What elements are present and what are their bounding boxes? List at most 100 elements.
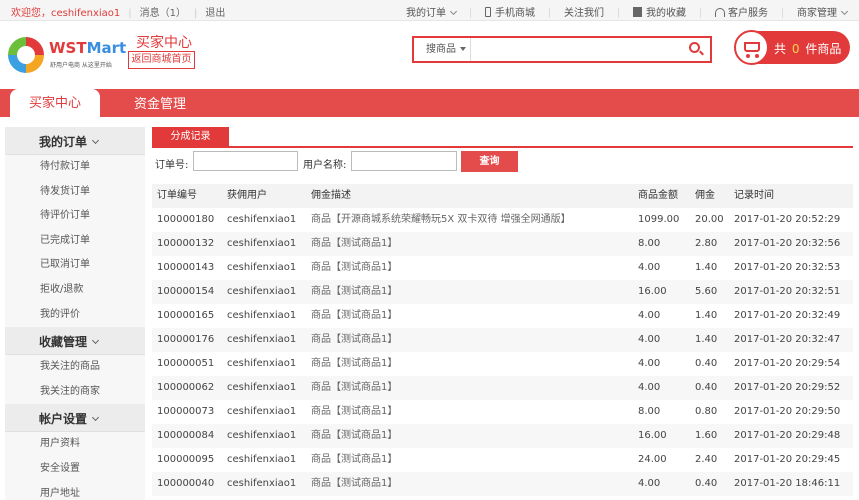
col-goods-amount: 商品金额 <box>638 190 678 201</box>
sidebar-item-refund[interactable]: 拒收/退款 <box>5 278 145 303</box>
cell-description: 商品【测试商品1】 <box>311 454 398 465</box>
cell-commission: 0.40 <box>695 358 718 369</box>
cell-commission: 0.40 <box>695 478 718 489</box>
table-row: 100000132 ceshifenxiao1 商品【测试商品1】 8.00 2.80 2… <box>152 232 853 256</box>
chevron-down-icon <box>449 7 458 16</box>
cell-description: 商品【测试商品1】 <box>311 238 398 249</box>
sidebar-item-pending-review[interactable]: 待评价订单 <box>5 204 145 229</box>
cell-record-time: 2017-01-20 18:46:11 <box>734 478 841 489</box>
cell-order-no: 100000132 <box>157 238 215 249</box>
cell-commission: 5.60 <box>695 286 718 297</box>
back-home-button[interactable]: 返回商城首页 <box>128 51 195 69</box>
cell-goods-amount: 4.00 <box>638 262 661 273</box>
cell-record-time: 2017-01-20 20:29:45 <box>734 454 841 465</box>
sidebar-group-account[interactable]: 帐户设置 <box>5 404 145 433</box>
table-row: 100000165 ceshifenxiao1 商品【测试商品1】 4.00 1.40 2… <box>152 304 853 328</box>
cell-record-time: 2017-01-20 20:29:52 <box>734 382 841 393</box>
favorites-icon <box>633 7 642 17</box>
cell-order-no: 100000062 <box>157 382 215 393</box>
cart-summary: 共 0 件商品 <box>774 42 842 56</box>
my-orders-menu[interactable]: 我的订单 <box>406 4 458 19</box>
logo-slogan: 舒用户电商 从这里开始 <box>50 62 112 69</box>
username-input[interactable] <box>351 151 457 171</box>
top-bar-left: 欢迎您，ceshifenxiao1 | 消息（1） | 退出 <box>11 8 226 19</box>
col-user: 获佣用户 <box>227 190 267 201</box>
customer-service-label: 客户服务 <box>728 8 768 19</box>
cell-order-no: 100000095 <box>157 454 215 465</box>
logo-text: WSTMart <box>49 39 127 57</box>
search-input[interactable] <box>472 38 682 61</box>
cell-user: ceshifenxiao1 <box>227 406 297 417</box>
customer-service-link[interactable]: 客户服务 <box>715 4 768 19</box>
sidebar-item-cancelled[interactable]: 已取消订单 <box>5 253 145 278</box>
table-row: 100000180 ceshifenxiao1 商品【开源商城系统荣耀畅玩5X 双卡… <box>152 208 853 232</box>
username-label: 用户名称: <box>303 160 347 171</box>
filter-bar: 订单号: 用户名称: 查询 <box>152 151 853 175</box>
order-no-label: 订单号: <box>155 160 189 171</box>
table-row: 100000073 ceshifenxiao1 商品【测试商品1】 8.00 0.80 2… <box>152 400 853 424</box>
chevron-down-icon <box>91 136 100 145</box>
cell-order-no: 100000084 <box>157 430 215 441</box>
sidebar-item-address[interactable]: 用户地址 <box>5 482 145 500</box>
cell-commission: 1.40 <box>695 262 718 273</box>
commission-table: 订单编号 获佣用户 佣金描述 商品金额 佣金 记录时间 100000180 ces… <box>152 184 853 496</box>
cell-record-time: 2017-01-20 20:32:47 <box>734 334 841 345</box>
cell-description: 商品【开源商城系统荣耀畅玩5X 双卡双待 增强全网通版】 <box>311 214 571 225</box>
col-description: 佣金描述 <box>311 190 351 201</box>
my-favorites-link[interactable]: 我的收藏 <box>633 4 686 19</box>
cell-commission: 2.80 <box>695 238 718 249</box>
chevron-down-icon <box>91 414 100 422</box>
tab-commission-records[interactable]: 分成记录 <box>152 127 229 148</box>
cart-button[interactable]: 共 0 件商品 <box>734 30 850 65</box>
top-bar-right: 我的订单 手机商城 关注我们 我的收藏 客户服务 商家管理 <box>392 4 849 19</box>
cell-description: 商品【测试商品1】 <box>311 262 398 273</box>
cell-record-time: 2017-01-20 20:29:54 <box>734 358 841 369</box>
sidebar-item-pending-payment[interactable]: 待付款订单 <box>5 155 145 180</box>
messages-link[interactable]: 消息（1） <box>140 8 186 19</box>
content-tabs: 分成记录 <box>152 127 853 148</box>
my-favorites-label: 我的收藏 <box>646 8 686 19</box>
sidebar-item-followed-goods[interactable]: 我关注的商品 <box>5 355 145 380</box>
table-body: 100000180 ceshifenxiao1 商品【开源商城系统荣耀畅玩5X 双卡… <box>152 208 853 496</box>
sidebar-item-my-reviews[interactable]: 我的评价 <box>5 303 145 328</box>
cell-order-no: 100000073 <box>157 406 215 417</box>
tab-buyer-center[interactable]: 买家中心 <box>10 89 100 117</box>
merchant-admin-label: 商家管理 <box>797 8 837 19</box>
cell-goods-amount: 4.00 <box>638 478 661 489</box>
sidebar-item-profile[interactable]: 用户资料 <box>5 432 145 457</box>
sidebar-group-favorites[interactable]: 收藏管理 <box>5 327 145 356</box>
tab-fund-management[interactable]: 资金管理 <box>120 89 200 117</box>
logout-link[interactable]: 退出 <box>205 8 225 19</box>
sidebar-group-orders[interactable]: 我的订单 <box>5 127 145 155</box>
cell-description: 商品【测试商品1】 <box>311 406 398 417</box>
cell-record-time: 2017-01-20 20:32:51 <box>734 286 841 297</box>
phone-icon <box>485 7 491 17</box>
cell-user: ceshifenxiao1 <box>227 454 297 465</box>
cell-user: ceshifenxiao1 <box>227 478 297 489</box>
sidebar-item-followed-shops[interactable]: 我关注的商家 <box>5 380 145 405</box>
cell-commission: 2.40 <box>695 454 718 465</box>
sidebar-item-pending-shipment[interactable]: 待发货订单 <box>5 180 145 205</box>
cell-goods-amount: 16.00 <box>638 286 667 297</box>
cell-record-time: 2017-01-20 20:29:50 <box>734 406 841 417</box>
search-type-select[interactable]: 搜商品 <box>414 38 471 61</box>
sidebar-item-completed[interactable]: 已完成订单 <box>5 229 145 254</box>
mobile-mall-link[interactable]: 手机商城 <box>485 4 535 19</box>
search-button[interactable] <box>686 40 706 59</box>
cell-goods-amount: 8.00 <box>638 238 661 249</box>
site-logo[interactable]: WSTMart 舒用户电商 从这里开始 <box>8 37 128 77</box>
cell-goods-amount: 4.00 <box>638 310 661 321</box>
follow-us-link[interactable]: 关注我们 <box>564 4 604 19</box>
table-row: 100000040 ceshifenxiao1 商品【测试商品1】 4.00 0.40 2… <box>152 472 853 496</box>
sidebar-item-security[interactable]: 安全设置 <box>5 457 145 482</box>
search-type-label: 搜商品 <box>426 44 456 55</box>
order-no-input[interactable] <box>193 151 298 171</box>
welcome-user-link[interactable]: 欢迎您，ceshifenxiao1 <box>11 8 120 19</box>
mobile-mall-label: 手机商城 <box>495 8 535 19</box>
my-orders-label: 我的订单 <box>406 8 446 19</box>
cell-description: 商品【测试商品1】 <box>311 358 398 369</box>
merchant-admin-menu[interactable]: 商家管理 <box>797 4 849 19</box>
cell-record-time: 2017-01-20 20:32:53 <box>734 262 841 273</box>
query-button[interactable]: 查询 <box>461 151 518 172</box>
search-box: 搜商品 <box>412 36 712 63</box>
